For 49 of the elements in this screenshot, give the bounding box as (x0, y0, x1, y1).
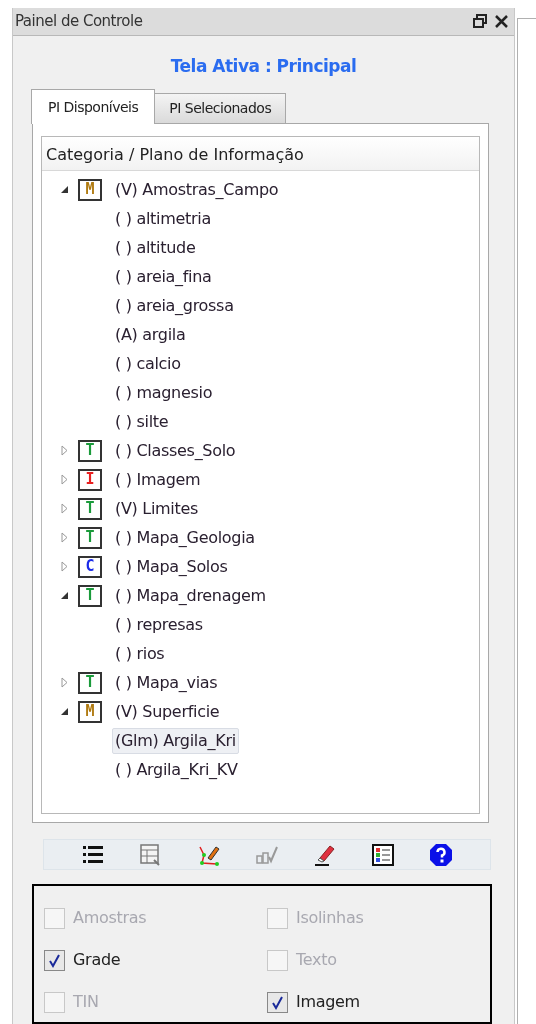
restore-icon[interactable] (473, 14, 487, 29)
layer-type-icon: T (78, 439, 102, 462)
tree-item[interactable]: ( ) represas (112, 611, 206, 638)
tree-item[interactable]: ( ) magnesio (112, 379, 216, 406)
tab[interactable]: PI Selecionados (154, 93, 287, 123)
tree-item[interactable]: ( ) calcio (112, 350, 184, 377)
active-screen-label: Tela Ativa : Principal (170, 54, 357, 78)
layer-type-icon: T (78, 584, 102, 607)
checkbox-label: Amostras (73, 907, 147, 930)
tree-item[interactable]: ( ) Argila_Kri_KV (112, 756, 241, 783)
expanded-arrow-icon[interactable] (59, 591, 69, 600)
tree-item[interactable]: (V) Superficie (112, 698, 223, 725)
legend-table-icon[interactable] (371, 842, 395, 867)
close-icon[interactable] (495, 14, 508, 28)
expanded-arrow-icon[interactable] (59, 185, 69, 194)
tree-item[interactable]: ( ) Imagem (112, 466, 204, 493)
tree-item[interactable]: ( ) altitude (112, 234, 199, 261)
checkbox-label: Imagem (296, 991, 360, 1014)
checkbox-label: TIN (73, 991, 99, 1014)
tree-item[interactable]: (V) Limites (112, 495, 202, 522)
checkbox-label: Isolinhas (296, 907, 364, 930)
checkbox-label: Grade (73, 949, 121, 972)
tree-item[interactable]: ( ) silte (112, 408, 172, 435)
checkbox[interactable] (44, 949, 65, 971)
layer-type-icon: I (78, 468, 102, 491)
help-icon[interactable] (429, 842, 453, 867)
tab[interactable]: PI Disponíveis (31, 89, 156, 124)
window-title: Painel de Controle (15, 11, 143, 32)
tree-item[interactable]: ( ) Classes_Solo (112, 437, 239, 464)
layer-type-icon: M (78, 178, 102, 201)
tree-item[interactable]: (A) argila (112, 321, 189, 348)
checkbox[interactable] (267, 991, 288, 1013)
checkbox-label: Texto (296, 949, 337, 972)
tree-item[interactable]: (V) Amostras_Campo (112, 176, 282, 203)
expanded-arrow-icon[interactable] (59, 707, 69, 716)
layer-type-icon: T (78, 526, 102, 549)
tree-item[interactable]: ( ) areia_grossa (112, 292, 237, 319)
layer-type-icon: M (78, 700, 102, 723)
tree-item[interactable]: ( ) altimetria (112, 205, 214, 232)
tree-item[interactable]: ( ) Mapa_Geologia (112, 524, 258, 551)
layer-type-icon: T (78, 671, 102, 694)
layer-type-icon: C (78, 555, 102, 578)
layer-type-icon: T (78, 497, 102, 520)
tree-item[interactable]: (Glm) Argila_Kri (112, 727, 239, 754)
tree-item[interactable]: ( ) areia_fina (112, 263, 215, 290)
tree-item[interactable]: ( ) Mapa_vias (112, 669, 221, 696)
tree-item[interactable]: ( ) rios (112, 640, 168, 667)
tree-item[interactable]: ( ) Mapa_Solos (112, 553, 231, 580)
tree-item[interactable]: ( ) Mapa_drenagem (112, 582, 269, 609)
